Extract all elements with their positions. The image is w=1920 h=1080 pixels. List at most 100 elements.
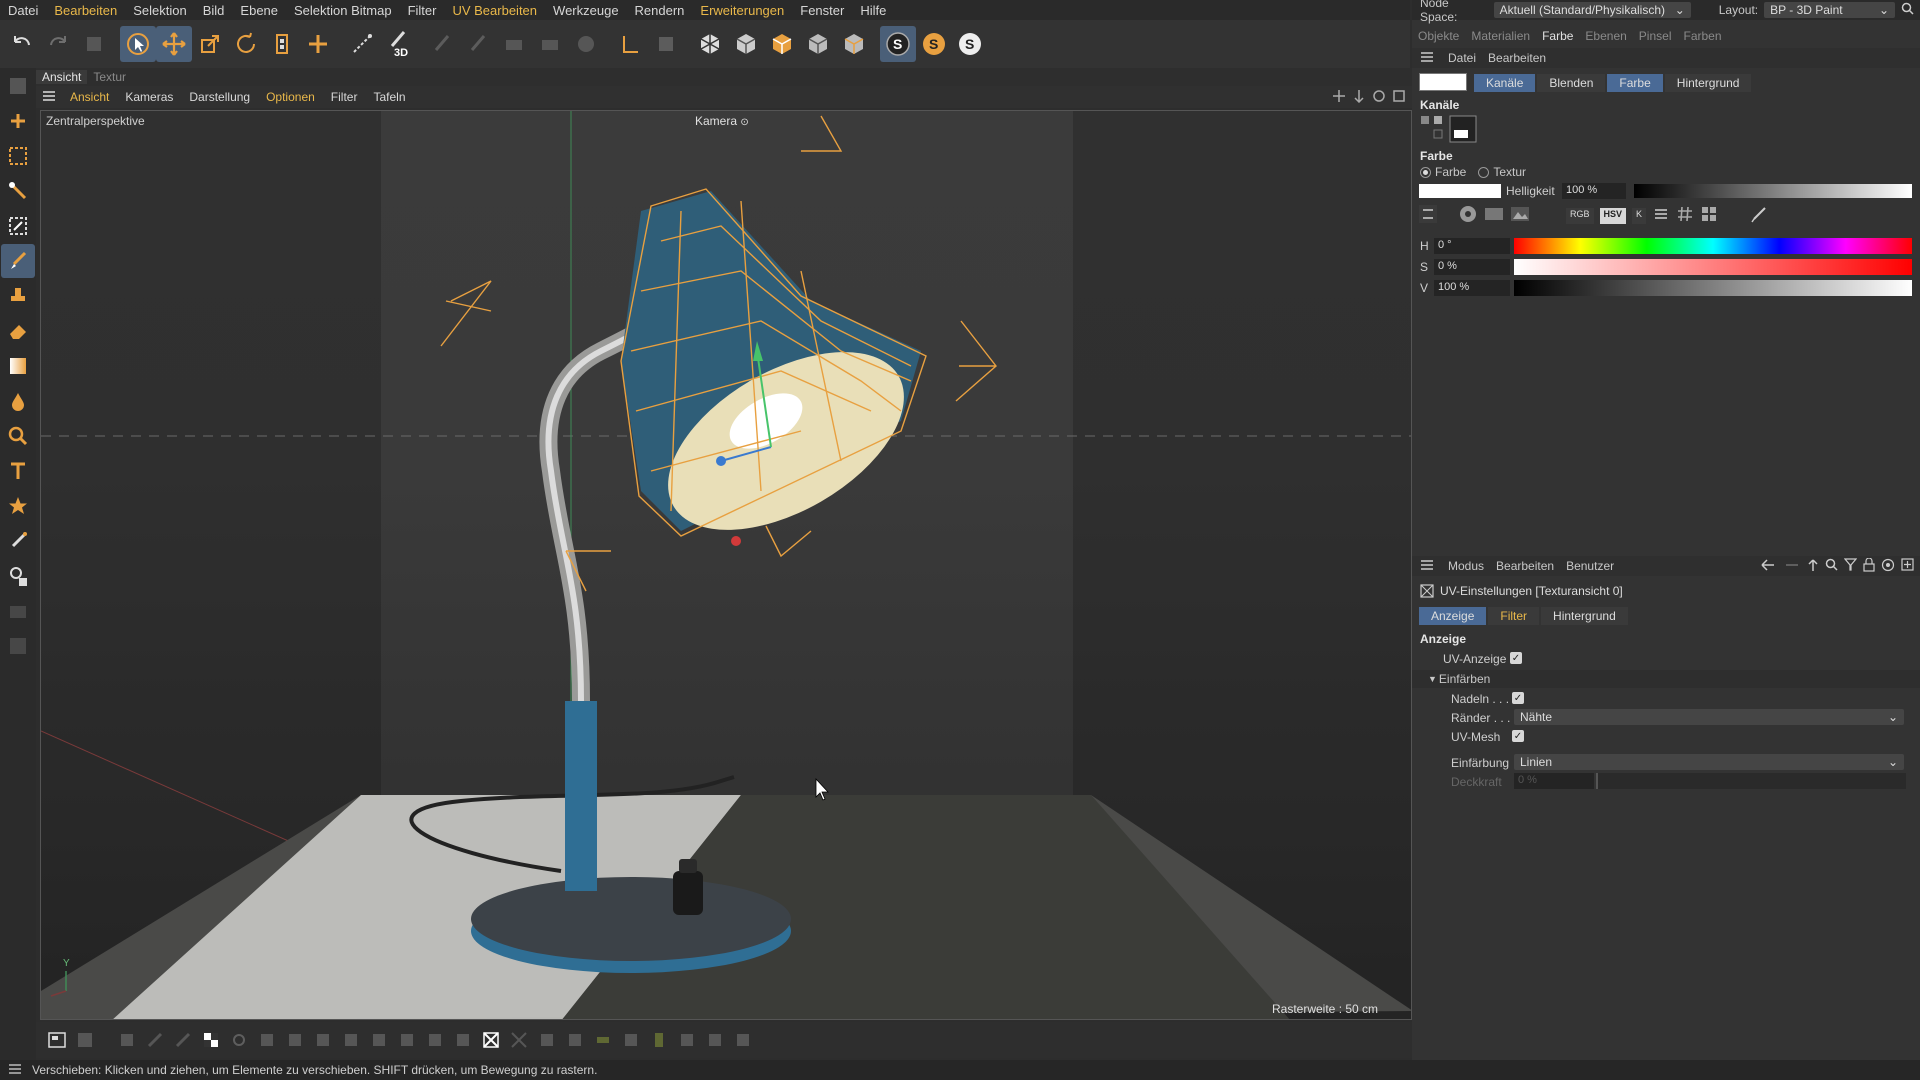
select-tool-button[interactable]: [120, 26, 156, 62]
tool-d-button[interactable]: [532, 26, 568, 62]
menu-bearbeiten-color[interactable]: Bearbeiten: [1482, 51, 1552, 65]
stamp-tool[interactable]: [1, 279, 35, 313]
bottom-tool-16[interactable]: [562, 1027, 588, 1053]
redo-button[interactable]: [40, 26, 76, 62]
disabled-tool-2[interactable]: [1, 629, 35, 663]
bottom-tool-10[interactable]: [366, 1027, 392, 1053]
live-selection-tool[interactable]: [1, 104, 35, 138]
text-tool[interactable]: [1, 454, 35, 488]
lock-button[interactable]: [1860, 556, 1878, 575]
tab-textur[interactable]: Textur: [87, 70, 132, 84]
filter-button[interactable]: [1841, 558, 1860, 574]
tab-farben[interactable]: Farben: [1677, 29, 1727, 43]
menu-datei-color[interactable]: Datei: [1442, 51, 1482, 65]
vp-pan-button[interactable]: [1329, 89, 1349, 106]
deckkraft-input[interactable]: 0 %: [1514, 773, 1594, 789]
tab-anzeige[interactable]: Anzeige: [1419, 607, 1487, 625]
layer-tool[interactable]: [1, 69, 35, 103]
radio-farbe[interactable]: [1420, 166, 1431, 178]
cube-polys-button[interactable]: [800, 26, 836, 62]
vp-menu-filter[interactable]: Filter: [323, 90, 366, 104]
raender-dropdown[interactable]: Nähte ⌄: [1514, 709, 1904, 725]
transform-selection-tool[interactable]: [1, 209, 35, 243]
brightness-slider[interactable]: [1634, 184, 1912, 198]
tab-objekte[interactable]: Objekte: [1412, 29, 1465, 43]
vp-maximize-button[interactable]: [1389, 89, 1412, 106]
tab-materialien[interactable]: Materialien: [1465, 29, 1536, 43]
layout-dropdown[interactable]: BP - 3D Paint ⌄: [1764, 2, 1895, 18]
attr-menu-benutzer[interactable]: Benutzer: [1560, 559, 1620, 573]
brightness-input[interactable]: 100 %: [1562, 183, 1626, 199]
menu-rendern[interactable]: Rendern: [627, 3, 693, 18]
menu-selektion[interactable]: Selektion: [125, 3, 194, 18]
menu-datei[interactable]: Datei: [0, 3, 46, 18]
bottom-tool-2[interactable]: [114, 1027, 140, 1053]
bottom-tool-4[interactable]: [170, 1027, 196, 1053]
channel-preview[interactable]: [1420, 114, 1480, 144]
v-slider[interactable]: [1514, 280, 1912, 296]
radio-textur[interactable]: [1478, 166, 1490, 178]
axis-tool-button[interactable]: [300, 26, 336, 62]
texture-view-toggle[interactable]: [44, 1027, 70, 1053]
attr-menu-bearbeiten[interactable]: Bearbeiten: [1490, 559, 1560, 573]
bottom-tool-14[interactable]: [506, 1027, 532, 1053]
bottom-tool-18[interactable]: [618, 1027, 644, 1053]
vp-menu-darstellung[interactable]: Darstellung: [181, 90, 258, 104]
tab-hintergrund-color[interactable]: Hintergrund: [1664, 74, 1752, 92]
s-input[interactable]: 0 %: [1434, 259, 1510, 275]
attr-menu-modus[interactable]: Modus: [1442, 559, 1490, 573]
s-slider[interactable]: [1514, 259, 1912, 275]
status-menu-icon[interactable]: [0, 1063, 32, 1078]
uv-anzeige-checkbox[interactable]: ✓: [1510, 652, 1522, 664]
vp-rotate-button[interactable]: [1369, 89, 1389, 106]
menu-uv-bearbeiten[interactable]: UV Bearbeiten: [444, 3, 545, 18]
paint-3d-button[interactable]: 3D: [380, 26, 416, 62]
uv-mesh-checkbox[interactable]: ✓: [1512, 730, 1524, 742]
cube-uv-button[interactable]: [836, 26, 872, 62]
bottom-tool-15[interactable]: [534, 1027, 560, 1053]
menu-filter[interactable]: Filter: [400, 3, 445, 18]
viewport-menu-icon[interactable]: [36, 90, 62, 105]
disabled-tool-1[interactable]: [1, 594, 35, 628]
uv-checker-toggle[interactable]: [198, 1027, 224, 1053]
bottom-tool-8[interactable]: [310, 1027, 336, 1053]
magnify-tool[interactable]: [1, 419, 35, 453]
bottom-tool-21[interactable]: [702, 1027, 728, 1053]
eyedropper-tool[interactable]: [1, 524, 35, 558]
spectrum-button[interactable]: [1484, 204, 1504, 227]
menu-erweiterungen[interactable]: Erweiterungen: [692, 3, 792, 18]
s-plugin-2-button[interactable]: S: [916, 26, 952, 62]
menu-fenster[interactable]: Fenster: [792, 3, 852, 18]
vp-menu-ansicht[interactable]: Ansicht: [62, 90, 117, 104]
tab-ebenen[interactable]: Ebenen: [1579, 29, 1632, 43]
new-panel-button[interactable]: [1898, 558, 1920, 574]
vp-zoom-button[interactable]: [1349, 89, 1369, 106]
transform-tool-button[interactable]: [264, 26, 300, 62]
target-button[interactable]: [1878, 558, 1898, 575]
eyedropper-button[interactable]: [1750, 205, 1768, 226]
swatch-grid-button[interactable]: [1700, 205, 1718, 226]
current-color-swatch[interactable]: [1419, 184, 1501, 198]
bottom-tool-6[interactable]: [254, 1027, 280, 1053]
tool-a-button[interactable]: [424, 26, 460, 62]
rotate-tool-button[interactable]: [228, 26, 264, 62]
bottom-tool-9[interactable]: [338, 1027, 364, 1053]
menu-bild[interactable]: Bild: [195, 3, 233, 18]
eraser-tool[interactable]: [1, 314, 35, 348]
tab-blenden[interactable]: Blenden: [1537, 74, 1606, 92]
hex-button[interactable]: [1676, 205, 1694, 226]
uv-relax-toggle[interactable]: [478, 1027, 504, 1053]
menu-selektion-bitmap[interactable]: Selektion Bitmap: [286, 3, 400, 18]
s-plugin-1-button[interactable]: S: [880, 26, 916, 62]
tab-kanaele[interactable]: Kanäle: [1474, 74, 1536, 92]
mixer-button[interactable]: [1418, 204, 1438, 227]
einfaerbung-dropdown[interactable]: Linien ⌄: [1514, 754, 1904, 770]
h-input[interactable]: 0 °: [1434, 238, 1510, 254]
rgb-button[interactable]: RGB: [1566, 207, 1594, 224]
deckkraft-slider[interactable]: [1596, 773, 1906, 789]
list-button[interactable]: [1652, 205, 1670, 226]
einfaerben-group-header[interactable]: ▼ Einfärben: [1412, 670, 1920, 688]
bottom-tool-1[interactable]: [72, 1027, 98, 1053]
tool-b-button[interactable]: [460, 26, 496, 62]
h-slider[interactable]: [1514, 238, 1912, 254]
